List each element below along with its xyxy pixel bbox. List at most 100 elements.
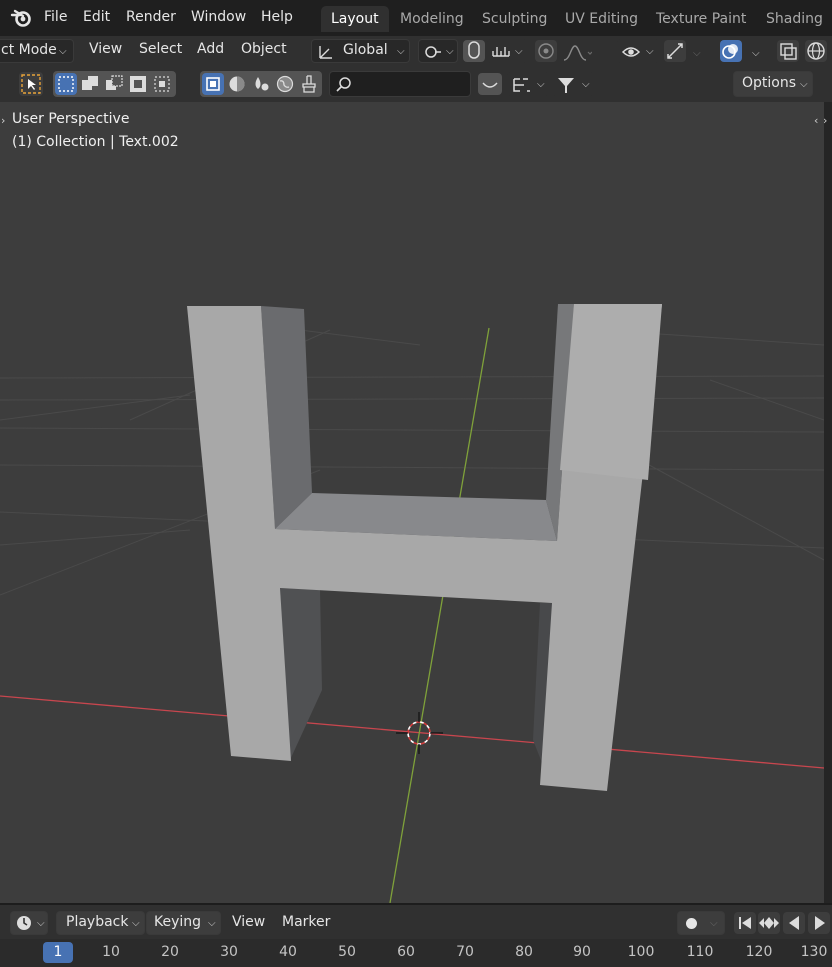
xray-toggle-button[interactable] bbox=[777, 40, 799, 62]
proportional-edit-button[interactable] bbox=[535, 40, 557, 62]
select-intersect-button[interactable] bbox=[151, 73, 173, 95]
timeline-header: ⌵ Playback ⌵ Keying ⌵ View Marker ⌵ bbox=[0, 903, 832, 939]
right-panel-edge: › bbox=[823, 102, 832, 903]
snap-increment-icon bbox=[492, 47, 510, 57]
frame-number: 20 bbox=[161, 944, 179, 960]
header-view-menu[interactable]: View bbox=[89, 41, 122, 57]
keying-dropdown[interactable]: Keying ⌵ bbox=[146, 911, 221, 935]
header-add-menu[interactable]: Add bbox=[197, 41, 224, 57]
tab-layout[interactable]: Layout bbox=[321, 6, 389, 32]
tab-shading[interactable]: Shading bbox=[756, 6, 832, 32]
select-extend-button[interactable] bbox=[79, 73, 101, 95]
tab-sculpting[interactable]: Sculpting bbox=[472, 6, 557, 32]
chevron-down-icon[interactable]: ⌵ bbox=[752, 48, 760, 59]
chevron-down-icon: ⌵ bbox=[710, 918, 718, 929]
filter-dropdown[interactable]: ⌵ bbox=[552, 72, 594, 96]
play-reverse-button[interactable] bbox=[783, 912, 805, 934]
display-mode-dropdown[interactable]: ⌵ bbox=[507, 72, 549, 96]
brush-icon bbox=[302, 75, 316, 93]
y-axis-line bbox=[389, 327, 490, 903]
timeline-view-menu[interactable]: View bbox=[232, 914, 265, 930]
drops-icon bbox=[255, 77, 269, 91]
chevron-down-icon[interactable]: ⌵ bbox=[693, 48, 701, 59]
select-new-button[interactable] bbox=[55, 73, 77, 95]
search-icon bbox=[336, 77, 351, 92]
header-object-menu[interactable]: Object bbox=[241, 41, 287, 57]
pivot-point-icon bbox=[425, 46, 441, 58]
pivot-dropdown[interactable]: ⌵ bbox=[418, 39, 458, 63]
gizmo-toggle-button[interactable] bbox=[664, 40, 686, 62]
blender-logo-icon[interactable] bbox=[10, 7, 32, 29]
search-input[interactable] bbox=[356, 75, 466, 93]
frame-number: 80 bbox=[515, 944, 533, 960]
frame-number: 50 bbox=[338, 944, 356, 960]
tab-texture-paint[interactable]: Texture Paint bbox=[646, 6, 756, 32]
select-invert-button[interactable] bbox=[127, 73, 149, 95]
menu-render[interactable]: Render bbox=[126, 9, 176, 25]
falloff-icon[interactable] bbox=[562, 44, 592, 62]
curve-icon bbox=[482, 82, 498, 88]
frame-number: 130 bbox=[800, 944, 828, 960]
chevron-down-icon: ⌵ bbox=[446, 46, 454, 57]
filter-mesh-button[interactable] bbox=[202, 73, 224, 95]
visibility-dropdown[interactable]: ⌵ bbox=[617, 39, 659, 63]
orientation-dropdown[interactable]: Global ⌵ bbox=[311, 39, 410, 63]
menu-window[interactable]: Window bbox=[191, 9, 246, 25]
filter-shape-button[interactable] bbox=[250, 73, 272, 95]
editor-type-dropdown[interactable]: ⌵ bbox=[10, 911, 48, 935]
filter-settings-button[interactable] bbox=[478, 73, 502, 95]
menu-edit[interactable]: Edit bbox=[83, 9, 110, 25]
tab-uv-editing[interactable]: UV Editing bbox=[555, 6, 648, 32]
search-field[interactable] bbox=[329, 71, 471, 97]
select-extend-icon bbox=[82, 76, 98, 90]
3d-viewport[interactable]: User Perspective (1) Collection | Text.0… bbox=[0, 102, 824, 903]
select-new-icon bbox=[58, 76, 74, 92]
timeline-marker-menu[interactable]: Marker bbox=[282, 914, 330, 930]
frame-number: 40 bbox=[279, 944, 297, 960]
world-icon bbox=[276, 75, 294, 93]
viewport-header: ct Mode ⌵ View Select Add Object Global … bbox=[0, 36, 832, 66]
select-subtract-button[interactable] bbox=[103, 73, 125, 95]
shading-wireframe-button[interactable] bbox=[805, 40, 827, 62]
eye-icon bbox=[621, 47, 641, 57]
jump-start-button[interactable] bbox=[734, 912, 756, 934]
frame-number: 60 bbox=[397, 944, 415, 960]
frame-number: 10 bbox=[102, 944, 120, 960]
snap-toggle-button[interactable] bbox=[463, 40, 485, 62]
tab-modeling[interactable]: Modeling bbox=[390, 6, 474, 32]
mode-dropdown[interactable]: ct Mode ⌵ bbox=[0, 39, 74, 63]
options-dropdown[interactable]: Options ⌵ bbox=[733, 71, 813, 97]
chevron-down-icon: ⌵ bbox=[132, 918, 140, 929]
overlays-toggle-button[interactable] bbox=[720, 40, 742, 62]
chevron-down-icon: ⌵ bbox=[515, 46, 523, 57]
auto-keying-dropdown[interactable]: ⌵ bbox=[677, 911, 725, 935]
material-sphere-icon bbox=[229, 76, 245, 92]
filter-paint-button[interactable] bbox=[298, 73, 320, 95]
current-frame-indicator[interactable]: 1 bbox=[43, 942, 73, 963]
select-intersect-icon bbox=[154, 76, 170, 92]
timeline-ruler[interactable]: 1 10 20 30 40 50 60 70 80 90 100 110 120… bbox=[0, 939, 832, 967]
active-tool-button[interactable] bbox=[19, 72, 43, 96]
proportional-edit-icon bbox=[538, 43, 554, 59]
snap-target-dropdown[interactable]: ⌵ bbox=[487, 39, 527, 63]
sidebar-expand-icon[interactable]: ‹ bbox=[814, 114, 818, 127]
chevron-down-icon: ⌵ bbox=[208, 918, 216, 929]
mode-label: ct Mode bbox=[1, 42, 57, 58]
toolbar-expand-icon[interactable]: › bbox=[1, 114, 5, 127]
filter-material-button[interactable] bbox=[226, 73, 248, 95]
menu-help[interactable]: Help bbox=[261, 9, 293, 25]
jump-keyframe-button[interactable] bbox=[758, 912, 780, 934]
chevron-down-icon: ⌵ bbox=[397, 46, 405, 57]
viewport-scene[interactable] bbox=[0, 102, 824, 903]
header-select-menu[interactable]: Select bbox=[139, 41, 182, 57]
filter-world-button[interactable] bbox=[274, 73, 296, 95]
wireframe-sphere-icon bbox=[807, 42, 825, 60]
frame-number: 100 bbox=[627, 944, 655, 960]
menu-file[interactable]: File bbox=[44, 9, 67, 25]
chevron-down-icon: ⌵ bbox=[59, 46, 67, 57]
playback-dropdown[interactable]: Playback ⌵ bbox=[56, 911, 145, 935]
magnet-icon bbox=[468, 41, 480, 59]
play-button[interactable] bbox=[808, 912, 830, 934]
chevron-right-icon: › bbox=[823, 114, 828, 127]
clock-icon bbox=[17, 916, 31, 930]
